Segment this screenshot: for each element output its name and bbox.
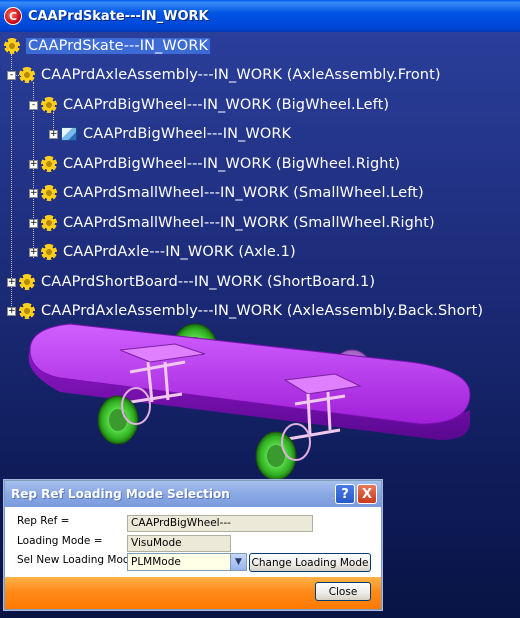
dialog-body: Rep Ref = CAAPrdBigWheel--- Loading Mode…: [5, 507, 381, 609]
sel-new-mode-label: Sel New Loading Mode: [17, 554, 136, 566]
tree-node-bigwheel-left[interactable]: - CAAPrdBigWheel---IN_WORK (BigWheel.Lef…: [29, 93, 389, 117]
expand-toggle[interactable]: +: [29, 247, 38, 257]
loading-mode-field: VisuMode: [127, 535, 231, 552]
tree-node-axle-assembly-back[interactable]: + CAAPrdAxleAssembly---IN_WORK (AxleAsse…: [7, 299, 483, 323]
tree-node-bigwheel-right[interactable]: + CAAPrdBigWheel---IN_WORK (BigWheel.Rig…: [29, 152, 400, 176]
product-gear-icon: [19, 274, 35, 290]
tree-node-label[interactable]: CAAPrdBigWheel---IN_WORK: [83, 126, 291, 142]
expand-toggle[interactable]: +: [7, 277, 16, 287]
loading-mode-select-value: PLMMode: [131, 556, 181, 568]
product-gear-icon: [19, 303, 35, 319]
expand-toggle[interactable]: +: [29, 188, 38, 198]
dialog-titlebar[interactable]: Rep Ref Loading Mode Selection ? X: [5, 481, 381, 507]
tree-node-label[interactable]: CAAPrdSkate---IN_WORK: [26, 38, 211, 54]
tree-node-axle-assembly-front[interactable]: - CAAPrdAxleAssembly---IN_WORK (AxleAsse…: [7, 63, 441, 87]
loading-mode-dialog: Rep Ref Loading Mode Selection ? X Rep R…: [4, 480, 382, 610]
expand-toggle[interactable]: +: [29, 159, 38, 169]
tree-node-label[interactable]: CAAPrdAxleAssembly---IN_WORK (AxleAssemb…: [41, 67, 441, 83]
loading-mode-label: Loading Mode =: [17, 535, 103, 547]
tree-node-shortboard[interactable]: + CAAPrdShortBoard---IN_WORK (ShortBoard…: [7, 270, 375, 294]
product-gear-icon: [4, 38, 20, 54]
product-gear-icon: [41, 244, 57, 260]
loading-mode-select[interactable]: PLMMode ▼: [127, 553, 247, 571]
tree-node-label[interactable]: CAAPrdAxle---IN_WORK (Axle.1): [63, 244, 296, 260]
tree-node-axle[interactable]: + CAAPrdAxle---IN_WORK (Axle.1): [29, 240, 296, 264]
product-gear-icon: [41, 215, 57, 231]
product-gear-icon: [41, 156, 57, 172]
product-gear-icon: [41, 97, 57, 113]
close-button[interactable]: Close: [315, 582, 371, 601]
tree-node-bigwheel-rep[interactable]: + CAAPrdBigWheel---IN_WORK: [49, 122, 291, 146]
product-gear-icon: [19, 67, 35, 83]
chevron-down-icon[interactable]: ▼: [230, 554, 246, 570]
tree-node-label[interactable]: CAAPrdBigWheel---IN_WORK (BigWheel.Right…: [63, 156, 400, 172]
expand-toggle[interactable]: +: [49, 129, 58, 139]
tree-node-smallwheel-right[interactable]: + CAAPrdSmallWheel---IN_WORK (SmallWheel…: [29, 211, 435, 235]
tree-node-label[interactable]: CAAPrdBigWheel---IN_WORK (BigWheel.Left): [63, 97, 389, 113]
help-button[interactable]: ?: [335, 484, 355, 504]
rep-ref-label: Rep Ref =: [17, 515, 70, 527]
dialog-title: Rep Ref Loading Mode Selection: [11, 487, 230, 501]
tree-node-smallwheel-left[interactable]: + CAAPrdSmallWheel---IN_WORK (SmallWheel…: [29, 181, 424, 205]
catia-logo-icon: C: [4, 7, 22, 25]
expand-toggle[interactable]: +: [29, 218, 38, 228]
window-titlebar: C CAAPrdSkate---IN_WORK: [0, 0, 520, 32]
rep-ref-field: CAAPrdBigWheel---: [127, 515, 313, 532]
tree-node-root[interactable]: CAAPrdSkate---IN_WORK: [4, 34, 211, 58]
expand-toggle[interactable]: +: [7, 306, 16, 316]
collapse-toggle[interactable]: -: [7, 70, 16, 80]
window-title: CAAPrdSkate---IN_WORK: [28, 8, 209, 24]
dialog-close-x-button[interactable]: X: [357, 484, 377, 504]
collapse-toggle[interactable]: -: [29, 100, 38, 110]
product-gear-icon: [41, 185, 57, 201]
tree-node-label[interactable]: CAAPrdSmallWheel---IN_WORK (SmallWheel.L…: [63, 185, 424, 201]
tree-node-label[interactable]: CAAPrdShortBoard---IN_WORK (ShortBoard.1…: [41, 274, 375, 290]
part-icon: [61, 127, 77, 141]
front-wheel-right: [255, 423, 311, 481]
tree-node-label[interactable]: CAAPrdAxleAssembly---IN_WORK (AxleAssemb…: [41, 303, 483, 319]
change-loading-mode-button[interactable]: Change Loading Mode: [249, 553, 371, 572]
tree-node-label[interactable]: CAAPrdSmallWheel---IN_WORK (SmallWheel.R…: [63, 215, 435, 231]
